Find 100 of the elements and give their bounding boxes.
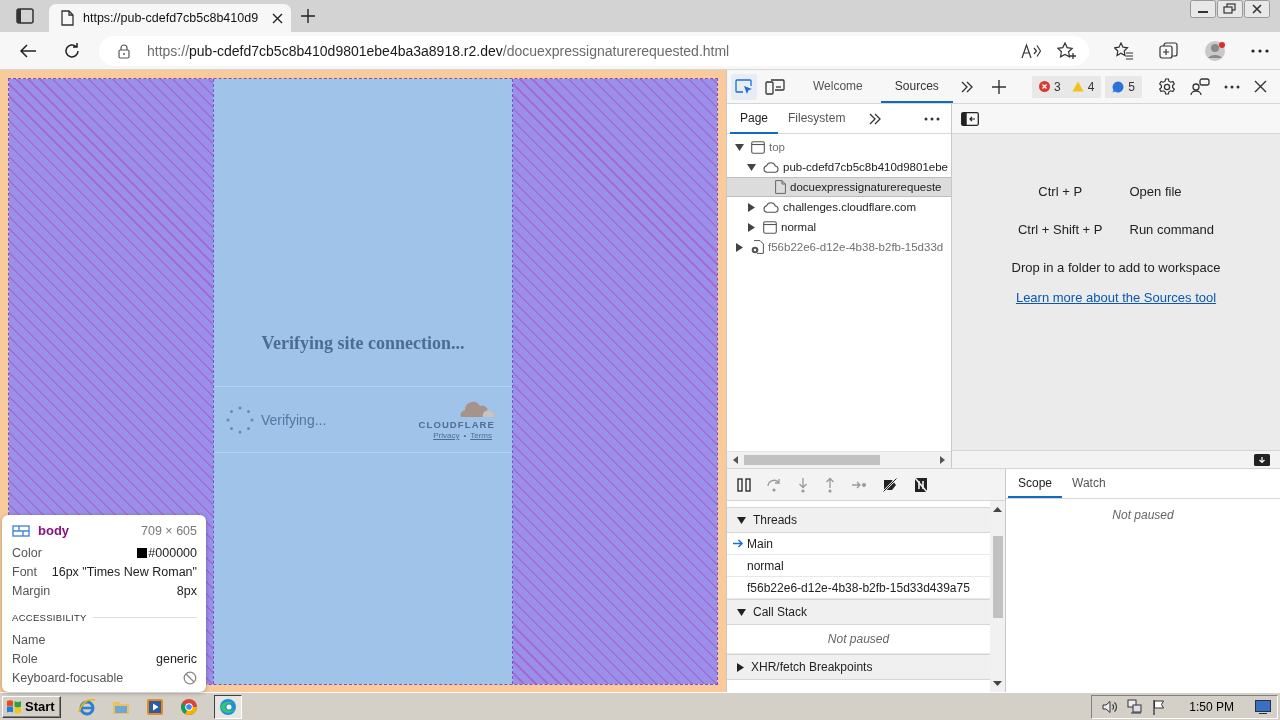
separator-dot: • [463,430,467,440]
slashed-breakpoint-icon[interactable] [882,476,898,493]
clock-text[interactable]: 1:50 PM [1189,699,1234,714]
panel-tab[interactable]: Sources [880,70,953,103]
learn-more-link[interactable]: Learn more about the Sources tool [1015,290,1217,305]
workspace-hint: Drop in a folder to add to workspace [1011,260,1221,275]
section-header[interactable]: Call Stack [727,599,990,625]
property-label: Color [12,545,42,560]
thread-item[interactable]: Main [727,533,990,555]
sidebar-toggle-icon[interactable] [961,111,979,126]
speaker-icon[interactable] [1102,699,1119,714]
start-button[interactable]: Start [2,695,61,718]
tree-item[interactable]: docuexpressignaturerequeste [727,177,951,197]
scrollbar-thumb[interactable] [744,455,880,465]
section-header[interactable]: Threads [727,507,990,533]
thread-item[interactable]: normal [727,555,990,577]
gear-icon[interactable] [1158,77,1176,96]
avatar-icon[interactable] [1204,39,1226,62]
layout-icon [12,524,30,537]
plus-icon[interactable] [300,8,316,24]
browser-wave-icon[interactable] [213,694,242,719]
close-icon[interactable] [1254,80,1267,93]
shortcut-keys: Ctrl + P [1017,184,1103,199]
step-into-icon[interactable] [797,476,809,493]
collections-icon[interactable] [1159,41,1179,60]
browser-tab[interactable]: https://pub-cdefd7cb5c8b410d9 [49,4,291,32]
tree-item[interactable]: f56b22e6-d12e-4b38-b2fb-15d33d [727,237,951,257]
spinner-icon [225,404,255,435]
more-icon[interactable] [1224,84,1240,89]
scroll-left-icon[interactable] [733,456,738,464]
console-counts-button[interactable]: 3 4 [1031,75,1102,98]
message-icon [1112,80,1125,93]
chevron-double-icon[interactable] [960,80,973,93]
shortcut-keys: Ctrl + Shift + P [1017,222,1103,237]
navigator-tab[interactable]: Filesystem [778,104,856,134]
property-label: Name [12,632,46,647]
step-over-icon[interactable] [766,477,782,492]
scroll-down-icon[interactable] [993,681,1002,686]
caret-right-icon[interactable] [747,202,755,212]
panel-toggle-icon[interactable] [1254,453,1270,466]
caret-down-icon[interactable] [746,163,756,171]
property-value: #000000 [148,545,197,560]
section-header[interactable]: XHR/fetch Breakpoints [727,654,990,680]
scrollbar-thumb[interactable] [992,536,1003,618]
flag-icon[interactable] [1152,698,1167,715]
tree-item[interactable]: normal [727,217,951,237]
caret-down-icon[interactable] [737,608,746,616]
caret-down-icon[interactable] [734,143,744,151]
desktop-icon[interactable] [1255,699,1271,714]
step-out-icon[interactable] [824,476,836,493]
browser-circle-icon[interactable] [179,697,198,716]
tree-item[interactable]: top [727,137,951,157]
browser-e-icon[interactable] [77,697,96,716]
property-label: Role [12,651,38,666]
people-icon[interactable] [1190,77,1210,96]
sidebar-tab[interactable]: Scope [1008,469,1063,498]
more-icon[interactable] [924,116,940,121]
more-icon[interactable] [1251,48,1269,53]
restore-icon[interactable] [1217,0,1243,18]
inspect-icon[interactable] [731,73,757,100]
property-value: 8px [176,583,197,598]
scroll-up-icon[interactable] [993,507,1002,512]
window-panel-icon[interactable] [16,8,34,24]
property-label: Font [12,564,37,579]
issues-button[interactable]: 5 [1105,75,1142,98]
caret-right-icon[interactable] [737,662,744,672]
page-icon [61,10,74,26]
flag-logo-icon [6,699,22,714]
media-player-icon[interactable] [145,697,164,716]
tree-item[interactable]: pub-cdefd7cb5c8b410d9801ebe [727,157,951,177]
property-label: Keyboard-focusable [12,670,124,685]
close-icon[interactable] [272,12,283,24]
network-icon[interactable] [1127,698,1144,715]
tree-item[interactable]: challenges.cloudflare.com [727,197,951,217]
status-message: Not paused [1111,507,1175,522]
minimize-icon[interactable] [1190,0,1216,18]
caret-right-icon[interactable] [747,222,755,232]
section-title: ACCESSIBILITY [12,611,87,623]
caret-right-icon[interactable] [735,242,743,252]
device-icon[interactable] [765,78,785,95]
back-arrow-icon[interactable] [19,42,37,59]
address-field[interactable]: https://pub-cdefd7cb5c8b410d9801ebe4ba3a8918.r2.dev/docuexpressignaturerequested.html [99,35,1089,66]
close-window-icon[interactable] [1244,0,1270,18]
star-plus-icon[interactable] [1057,41,1077,60]
slashed-pause-icon[interactable] [913,476,929,493]
step-icon[interactable] [851,479,867,490]
plus-icon[interactable] [990,78,1007,95]
caret-down-icon[interactable] [737,516,746,524]
pause-icon[interactable] [737,477,751,492]
warning-icon [1071,81,1084,92]
refresh-icon[interactable] [63,41,81,60]
scroll-right-icon[interactable] [940,456,945,464]
status-text: Verifying... [261,411,327,428]
sidebar-tab[interactable]: Watch [1062,469,1116,498]
read-aloud-icon[interactable] [1021,42,1041,59]
star-list-icon[interactable] [1114,41,1134,60]
navigator-tab[interactable]: Page [730,104,779,134]
panel-tab[interactable]: Welcome [799,70,877,103]
cloud-icon [763,201,779,213]
chevron-double-icon[interactable] [869,112,882,125]
